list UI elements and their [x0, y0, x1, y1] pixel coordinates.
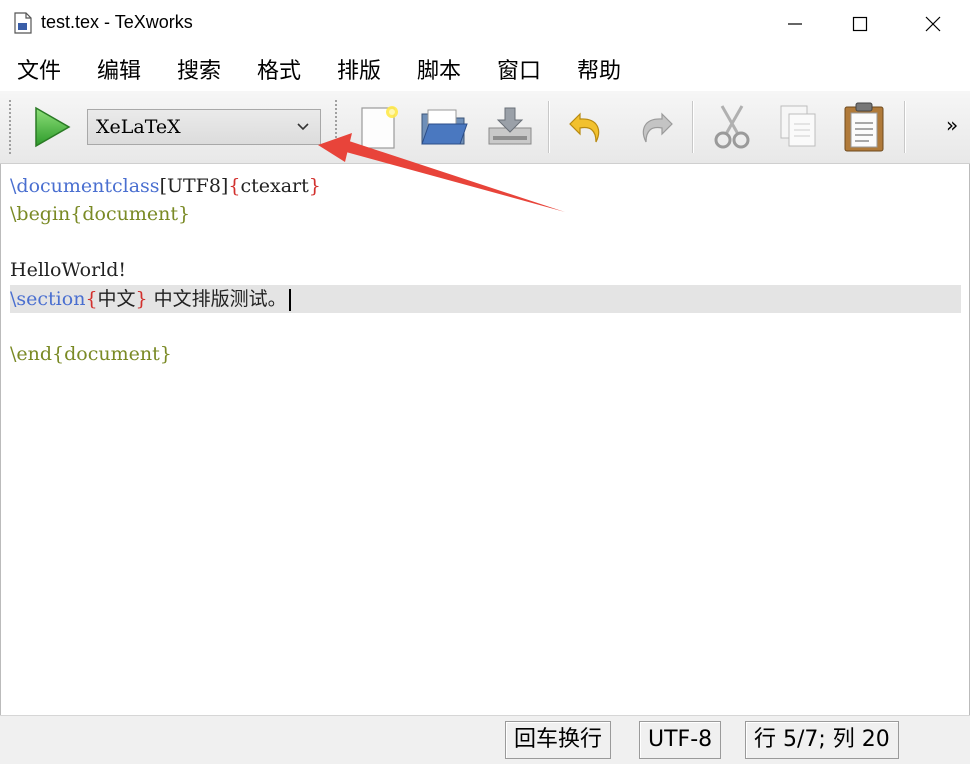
undo-button[interactable]	[558, 97, 618, 157]
brace-close: }	[135, 288, 148, 310]
toolbar-separator	[548, 101, 550, 153]
new-document-icon	[361, 106, 398, 149]
cut-icon	[714, 105, 750, 149]
redo-icon	[642, 112, 673, 143]
menu-bar: 文件 编辑 搜索 格式 排版 脚本 窗口 帮助	[0, 47, 970, 91]
toolbar-overflow-button[interactable]: »	[946, 113, 958, 137]
text-caret	[288, 289, 291, 311]
engine-value: XeLaTeX	[96, 116, 181, 138]
line-ending-indicator[interactable]: 回车换行	[505, 721, 612, 759]
status-bar: 回车换行 UTF-8 行 5/7; 列 20	[0, 715, 970, 764]
menu-file[interactable]: 文件	[17, 53, 61, 85]
play-icon	[35, 106, 71, 148]
toolbar-grip[interactable]	[8, 99, 12, 155]
line-text: 中文排版测试。	[147, 288, 287, 310]
menu-edit[interactable]: 编辑	[97, 53, 141, 85]
paste-button[interactable]	[834, 97, 894, 157]
environment-name: {document}	[52, 343, 172, 365]
latex-argument: 中文	[97, 288, 136, 310]
source-editor[interactable]: \documentclass[UTF8]{ctexart} \begin{doc…	[0, 164, 970, 715]
maximize-icon	[852, 16, 868, 31]
copy-icon	[780, 105, 816, 147]
editor-line-7: \end{document}	[10, 340, 172, 368]
latex-command: \begin	[10, 203, 71, 225]
menu-scripts[interactable]: 脚本	[417, 53, 461, 85]
latex-option: [UTF8]	[159, 175, 229, 197]
editor-line-4: HelloWorld!	[10, 259, 127, 281]
window-title: test.tex - TeXworks	[41, 12, 193, 32]
chevron-down-icon	[297, 123, 309, 131]
brace-open: {	[228, 175, 241, 197]
cursor-position-indicator[interactable]: 行 5/7; 列 20	[745, 721, 899, 759]
toolbar: XeLaTeX »	[0, 91, 970, 164]
redo-button[interactable]	[624, 97, 684, 157]
save-icon	[488, 107, 532, 145]
editor-line-1: \documentclass[UTF8]{ctexart}	[10, 172, 321, 200]
latex-command: \documentclass	[10, 175, 160, 197]
latex-command: \end	[10, 343, 53, 365]
menu-window[interactable]: 窗口	[497, 53, 541, 85]
editor-line-5: \section{中文} 中文排版测试。	[10, 285, 291, 313]
toolbar-grip-2[interactable]	[334, 99, 338, 155]
open-folder-icon	[421, 109, 468, 145]
texworks-app-icon	[14, 12, 32, 34]
menu-help[interactable]: 帮助	[577, 53, 621, 85]
minimize-button[interactable]	[760, 0, 830, 47]
close-icon	[925, 16, 941, 31]
cut-button[interactable]	[702, 97, 762, 157]
toolbar-separator-3	[904, 101, 906, 153]
title-bar: test.tex - TeXworks	[0, 0, 970, 47]
menu-format[interactable]: 格式	[257, 53, 301, 85]
typeset-engine-select[interactable]: XeLaTeX	[87, 109, 321, 145]
open-button[interactable]	[414, 97, 474, 157]
new-document-button[interactable]	[348, 97, 408, 157]
paste-icon	[844, 102, 884, 152]
undo-icon	[569, 112, 600, 143]
encoding-indicator[interactable]: UTF-8	[639, 721, 722, 759]
maximize-button[interactable]	[825, 0, 895, 47]
brace-close: }	[308, 175, 321, 197]
copy-button[interactable]	[768, 97, 828, 157]
environment-name: {document}	[70, 203, 191, 225]
close-button[interactable]	[898, 0, 968, 47]
save-button[interactable]	[480, 97, 540, 157]
latex-command: \section	[10, 288, 86, 310]
minimize-icon	[788, 22, 802, 25]
toolbar-separator-2	[692, 101, 694, 153]
editor-line-2: \begin{document}	[10, 200, 190, 228]
menu-search[interactable]: 搜索	[177, 53, 221, 85]
menu-typeset[interactable]: 排版	[337, 53, 381, 85]
brace-open: {	[85, 288, 98, 310]
typeset-button[interactable]	[22, 97, 82, 157]
latex-argument: ctexart	[240, 175, 309, 197]
